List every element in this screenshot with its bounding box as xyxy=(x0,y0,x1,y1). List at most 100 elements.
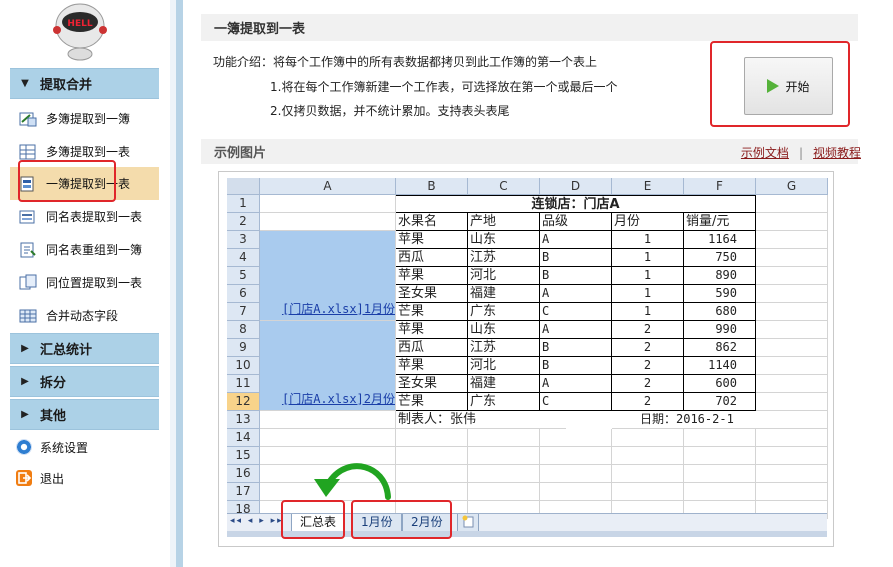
new-sheet-icon[interactable] xyxy=(457,514,479,532)
table-cell: 2 xyxy=(612,375,684,393)
empty-cell xyxy=(756,249,828,267)
example-doc-link[interactable]: 示例文档 xyxy=(741,146,789,160)
table-cell: 1140 xyxy=(684,357,756,375)
column-header: D xyxy=(540,178,612,195)
empty-cell xyxy=(468,483,540,501)
link-separator: | xyxy=(798,146,803,160)
column-header: C xyxy=(468,178,540,195)
settings-icon xyxy=(16,439,32,455)
exit-label: 退出 xyxy=(40,471,65,486)
table-header-cell: 产地 xyxy=(468,213,540,231)
row-header: 11 xyxy=(227,375,260,393)
row-header: 17 xyxy=(227,483,260,501)
empty-cell xyxy=(756,195,828,213)
table-cell: 1 xyxy=(612,285,684,303)
sheet-nav-arrows-icon[interactable]: ◂◂ ◂ ▸ ▸▸ xyxy=(230,516,284,526)
sidebar-item-same-name-to-sheet[interactable]: 同名表提取到一表 xyxy=(10,200,159,233)
chevron-right-icon: ▶ xyxy=(21,409,29,420)
sidebar-item-same-position-to-sheet[interactable]: 同位置提取到一表 xyxy=(10,266,159,299)
empty-cell xyxy=(756,357,828,375)
exit-button[interactable]: 退出 xyxy=(16,467,64,489)
row-header: 4 xyxy=(227,249,260,267)
table-cell: A xyxy=(540,321,612,339)
empty-cell xyxy=(684,447,756,465)
table-cell: 2 xyxy=(612,339,684,357)
table-cell: C xyxy=(540,393,612,411)
table-cell: 江苏 xyxy=(468,339,540,357)
table-cell: 山东 xyxy=(468,321,540,339)
empty-cell xyxy=(756,303,828,321)
table-header-cell: 月份 xyxy=(612,213,684,231)
chevron-right-icon: ▶ xyxy=(21,376,29,387)
row-header: 9 xyxy=(227,339,260,357)
table-cell: 1164 xyxy=(684,231,756,249)
video-tutorial-link[interactable]: 视频教程 xyxy=(813,146,861,160)
table-cell: 1 xyxy=(612,267,684,285)
section-summary-stats[interactable]: ▶ 汇总统计 xyxy=(10,333,159,364)
table-cell: 680 xyxy=(684,303,756,321)
row-header: 8 xyxy=(227,321,260,339)
sidebar-item-merge-dynamic-fields[interactable]: 合并动态字段 xyxy=(10,299,159,332)
empty-cell xyxy=(260,429,396,447)
empty-cell xyxy=(756,321,828,339)
table-cell: 1 xyxy=(612,249,684,267)
section-other[interactable]: ▶ 其他 xyxy=(10,399,159,430)
empty-cell xyxy=(684,483,756,501)
table-cell: B xyxy=(540,339,612,357)
empty-cell xyxy=(260,411,396,429)
empty-cell xyxy=(756,267,828,285)
curved-arrow-icon xyxy=(314,463,391,500)
table-cell: 江苏 xyxy=(468,249,540,267)
section-extract-merge[interactable]: ▼ 提取合并 xyxy=(10,68,159,99)
row-header: 1 xyxy=(227,195,260,213)
table-cell: C xyxy=(540,303,612,321)
date-cell: 日期：2016-2-1 xyxy=(612,411,762,429)
section-label: 提取合并 xyxy=(40,78,93,93)
row-header: 10 xyxy=(227,357,260,375)
source-link-2[interactable]: [门店A.xlsx]2月份 xyxy=(282,391,395,408)
workbook-to-sheet-icon xyxy=(18,143,38,161)
table-cell: 西瓜 xyxy=(396,339,468,357)
system-settings-button[interactable]: 系统设置 xyxy=(16,436,88,458)
table-cell: 广东 xyxy=(468,303,540,321)
table-cell: 苹果 xyxy=(396,321,468,339)
empty-cell xyxy=(684,429,756,447)
empty-cell xyxy=(540,483,612,501)
sidebar-item-multi-workbook-to-workbook[interactable]: 多簿提取到一簿 xyxy=(10,102,159,135)
empty-cell xyxy=(756,447,828,465)
exit-icon xyxy=(16,470,32,486)
table-cell: 600 xyxy=(684,375,756,393)
table-cell: 圣女果 xyxy=(396,375,468,393)
row-header: 3 xyxy=(227,231,260,249)
empty-cell xyxy=(260,213,396,231)
sidebar-item-label: 多簿提取到一表 xyxy=(46,145,131,159)
page-title: 一簿提取到一表 xyxy=(201,14,858,41)
empty-cell xyxy=(396,465,468,483)
settings-label: 系统设置 xyxy=(40,440,89,455)
section-label: 其他 xyxy=(40,409,67,424)
row-header: 6 xyxy=(227,285,260,303)
section-split[interactable]: ▶ 拆分 xyxy=(10,366,159,397)
column-header: F xyxy=(684,178,756,195)
table-cell: B xyxy=(540,267,612,285)
sidebar-item-label: 同位置提取到一表 xyxy=(46,276,143,290)
table-cell: B xyxy=(540,357,612,375)
sidebar-item-label: 同名表重组到一簿 xyxy=(46,243,143,257)
sidebar-item-same-name-regroup[interactable]: 同名表重组到一簿 xyxy=(10,233,159,266)
section-label: 拆分 xyxy=(40,376,67,391)
table-cell: 西瓜 xyxy=(396,249,468,267)
row-header: 2 xyxy=(227,213,260,231)
row-header: 15 xyxy=(227,447,260,465)
row-header: 13 xyxy=(227,411,260,429)
mascot-text: HELL xyxy=(67,19,92,29)
play-icon xyxy=(767,79,780,93)
table-cell: 862 xyxy=(684,339,756,357)
sidebar-item-label: 合并动态字段 xyxy=(46,309,119,323)
table-cell: 2 xyxy=(612,357,684,375)
column-header: B xyxy=(396,178,468,195)
source-link-1[interactable]: [门店A.xlsx]1月份 xyxy=(282,301,395,318)
row-header: 12 xyxy=(227,393,260,411)
chevron-down-icon: ▼ xyxy=(21,78,29,89)
sidebar-item-label: 多簿提取到一簿 xyxy=(46,112,131,126)
start-button[interactable]: 开始 xyxy=(744,57,833,115)
